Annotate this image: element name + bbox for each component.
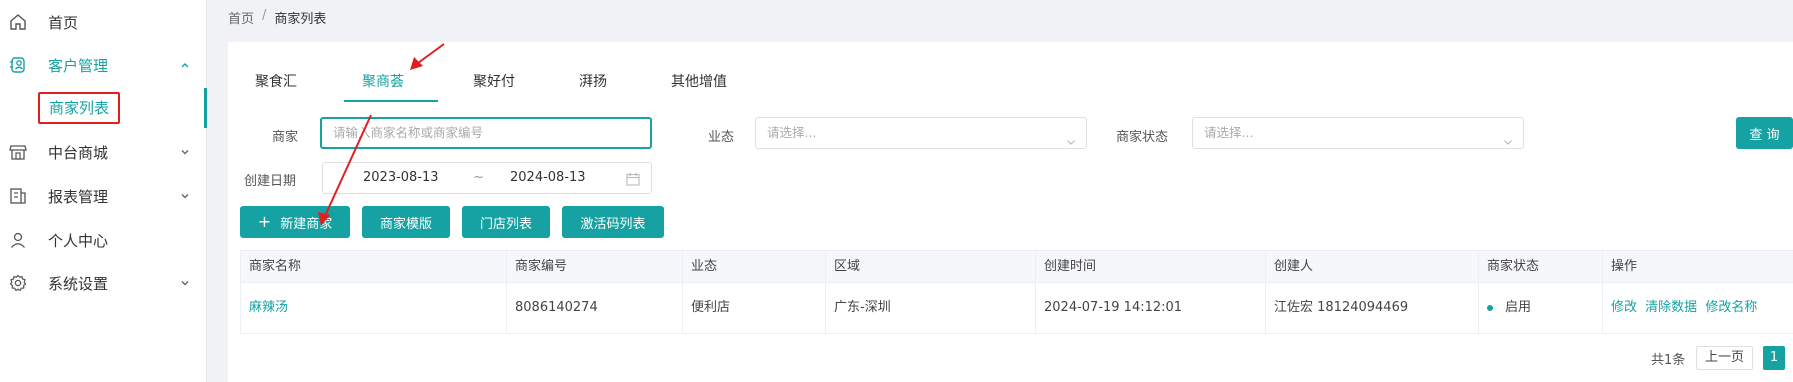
sidebar: 首页 客户管理 商家列表 中台商城 报表管理 个人中心 系统设置	[0, 0, 207, 382]
new-merchant-label: 新建商家	[280, 216, 333, 232]
date-range-picker[interactable]: 2023-08-13 ~ 2024-08-13	[322, 162, 652, 194]
merchant-template-button[interactable]: 商家模版	[362, 206, 450, 238]
status-text: 启用	[1505, 300, 1532, 315]
tab-jushihui[interactable]: 聚食汇	[255, 62, 297, 102]
merchant-name-link[interactable]: 麻辣汤	[241, 283, 507, 333]
home-icon	[8, 12, 28, 32]
date-end: 2024-08-13	[510, 170, 586, 185]
gear-icon	[8, 273, 28, 293]
sidebar-item-reports[interactable]: 报表管理	[0, 176, 207, 216]
chevron-up-icon	[179, 59, 191, 71]
store-icon	[8, 142, 28, 162]
merchant-format: 便利店	[683, 283, 826, 333]
page-number-button[interactable]: 1	[1763, 346, 1785, 370]
status-filter-label: 商家状态	[1116, 130, 1169, 145]
header-status: 商家状态	[1479, 251, 1603, 283]
sidebar-item-label: 首页	[48, 13, 79, 32]
chevron-down-icon	[179, 146, 191, 158]
active-tab-indicator	[344, 100, 438, 102]
merchant-status: 启用	[1479, 283, 1603, 333]
date-filter-label: 创建日期	[244, 174, 297, 189]
sidebar-item-settings[interactable]: 系统设置	[0, 263, 207, 303]
query-button[interactable]: 查 询	[1736, 117, 1793, 149]
sidebar-item-customers[interactable]: 客户管理	[0, 45, 207, 85]
breadcrumb-current: 商家列表	[274, 12, 327, 27]
sidebar-item-label: 报表管理	[48, 187, 109, 206]
chevron-down-icon	[1066, 128, 1076, 145]
status-select-placeholder: 请选择...	[1204, 125, 1254, 140]
activation-code-list-button[interactable]: 激活码列表	[562, 206, 664, 238]
header-format: 业态	[683, 251, 826, 283]
date-separator: ~	[473, 170, 484, 185]
header-merchant-code: 商家编号	[507, 251, 683, 283]
merchant-code: 8086140274	[507, 283, 683, 333]
rename-link[interactable]: 修改名称	[1705, 300, 1757, 315]
prev-page-button[interactable]: 上一页	[1696, 346, 1753, 370]
tab-other-addons[interactable]: 其他增值	[671, 62, 727, 102]
sidebar-item-label: 中台商城	[48, 143, 109, 162]
merchant-search-input[interactable]: 请输入商家名称或商家编号	[320, 117, 652, 149]
customer-icon	[8, 55, 28, 75]
merchant-filter-label: 商家	[272, 130, 299, 145]
header-created-at: 创建时间	[1036, 251, 1266, 283]
calendar-icon	[626, 172, 640, 186]
plus-icon: +	[257, 212, 272, 231]
format-select-placeholder: 请选择...	[767, 125, 817, 140]
user-icon	[8, 230, 28, 250]
merchant-created-at: 2024-07-19 14:12:01	[1036, 283, 1266, 333]
sidebar-item-profile[interactable]: 个人中心	[0, 220, 207, 260]
sidebar-item-label: 客户管理	[48, 56, 109, 75]
breadcrumb-home[interactable]: 首页	[228, 8, 254, 27]
sidebar-item-label: 系统设置	[48, 274, 109, 293]
status-select[interactable]: 请选择...	[1192, 117, 1524, 149]
pagination-total: 共1条	[1651, 353, 1686, 368]
merchant-region: 广东-深圳	[826, 283, 1036, 333]
breadcrumb-separator: /	[262, 8, 267, 23]
tab-jushanghui[interactable]: 聚商荟	[362, 62, 404, 102]
merchant-table: 商家名称 商家编号 业态 区域 创建时间 创建人 商家状态 操作 麻辣汤 808…	[240, 250, 1793, 334]
store-list-button[interactable]: 门店列表	[462, 206, 550, 238]
sidebar-subitem-merchant-list[interactable]: 商家列表	[0, 88, 207, 128]
header-region: 区域	[826, 251, 1036, 283]
sidebar-item-home[interactable]: 首页	[0, 2, 207, 42]
sidebar-item-label: 个人中心	[48, 231, 109, 250]
row-actions: 修改 清除数据 修改名称	[1603, 283, 1793, 333]
table-header: 商家名称 商家编号 业态 区域 创建时间 创建人 商家状态 操作	[241, 251, 1793, 283]
format-select[interactable]: 请选择...	[755, 117, 1087, 149]
header-actions: 操作	[1611, 259, 1638, 274]
format-filter-label: 业态	[708, 130, 735, 145]
sidebar-item-mall[interactable]: 中台商城	[0, 132, 207, 172]
tab-bar: 聚食汇 聚商荟 聚好付 湃扬 其他增值	[228, 62, 1793, 102]
header-merchant-name: 商家名称	[241, 251, 507, 283]
clear-data-link[interactable]: 清除数据	[1645, 300, 1697, 315]
report-icon	[8, 186, 28, 206]
date-start: 2023-08-13	[363, 170, 439, 185]
tab-paiyang[interactable]: 湃扬	[579, 62, 607, 102]
new-merchant-button[interactable]: + 新建商家	[240, 206, 350, 238]
breadcrumb: 首页 / 商家列表	[228, 8, 326, 27]
tab-juhaofu[interactable]: 聚好付	[473, 62, 515, 102]
header-creator: 创建人	[1266, 251, 1479, 283]
merchant-creator: 江佐宏 18124094469	[1266, 283, 1479, 333]
chevron-down-icon	[179, 277, 191, 289]
edit-link[interactable]: 修改	[1611, 300, 1637, 315]
merchant-search-placeholder: 请输入商家名称或商家编号	[333, 125, 484, 140]
status-dot	[1487, 304, 1493, 311]
chevron-down-icon	[1503, 128, 1513, 145]
sidebar-subitem-label: 商家列表	[38, 92, 121, 124]
chevron-down-icon	[179, 190, 191, 202]
